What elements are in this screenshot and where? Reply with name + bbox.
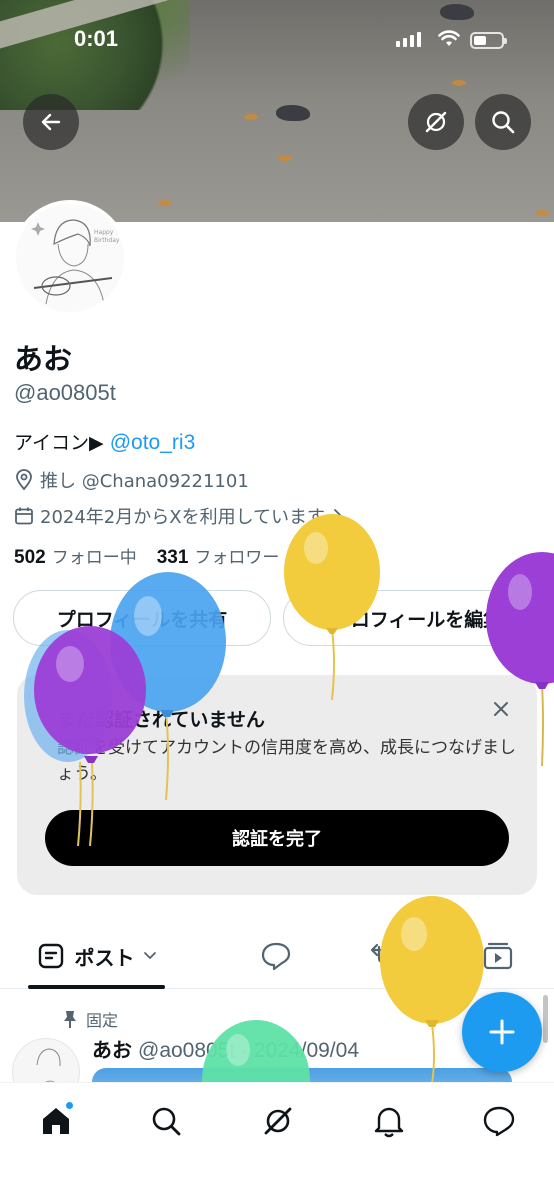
banner-pigeon xyxy=(440,4,474,20)
svg-text:Happy: Happy xyxy=(94,229,114,236)
profile-location: 推し @Chana09221101 xyxy=(14,467,249,493)
signal-icon xyxy=(396,32,421,47)
banner-leaf xyxy=(535,210,549,216)
pinned-indicator: 固定 xyxy=(62,1007,118,1031)
location-pin-icon xyxy=(16,469,32,491)
bio-text: アイコン▶ xyxy=(14,432,104,454)
location-text: 推し @Chana09221101 xyxy=(40,471,249,492)
tab-replies[interactable] xyxy=(250,925,302,987)
following-count: 502 xyxy=(14,547,46,568)
posts-tab-icon xyxy=(38,943,63,969)
close-icon xyxy=(494,702,508,716)
profile-handle: @ao0805t xyxy=(14,380,116,405)
profile-joined[interactable]: 2024年2月からXを利用しています xyxy=(14,503,345,529)
profile-bio: アイコン▶ @oto_ri3 xyxy=(14,428,195,455)
grok-slash-icon xyxy=(425,111,447,133)
following-label: フォロー中 xyxy=(51,548,137,568)
arrow-left-icon xyxy=(41,113,61,131)
nav-home[interactable] xyxy=(36,1101,76,1141)
search-icon xyxy=(492,111,515,134)
video-icon xyxy=(483,942,513,970)
tab-posts-label: ポスト xyxy=(74,945,135,970)
nav-search[interactable] xyxy=(146,1101,186,1141)
nav-messages[interactable] xyxy=(479,1101,519,1141)
status-time: 0:01 xyxy=(74,26,119,51)
home-notification-dot xyxy=(65,1101,74,1110)
bell-icon xyxy=(374,1107,404,1138)
active-tab-indicator xyxy=(28,985,165,989)
avatar-illustration: Happy Birthday xyxy=(16,204,124,312)
share-profile-button[interactable]: プロフィールを共有 xyxy=(13,590,271,646)
verification-text: 認証を受けてアカウントの信用度を高め、成長につなげましょう。 xyxy=(57,738,516,784)
nav-grok[interactable] xyxy=(258,1101,298,1141)
banner-leaf xyxy=(158,200,172,206)
battery-icon xyxy=(470,32,507,49)
profile-tabs: ポスト xyxy=(0,925,554,989)
scrollbar[interactable] xyxy=(543,995,548,1043)
profile-avatar[interactable]: Happy Birthday xyxy=(12,200,128,316)
close-button[interactable] xyxy=(487,695,515,723)
tab-media[interactable] xyxy=(470,925,526,987)
wifi-icon xyxy=(438,30,460,46)
banner-leaf xyxy=(244,114,258,120)
pinned-label: 固定 xyxy=(86,1011,119,1030)
search-icon xyxy=(152,1107,181,1136)
complete-verification-button[interactable]: 認証を完了 xyxy=(45,810,509,866)
followers-stat[interactable]: 331 フォロワー xyxy=(157,543,280,569)
message-bubble-icon xyxy=(483,1106,515,1137)
calendar-icon xyxy=(15,507,33,525)
plus-icon xyxy=(489,1019,515,1045)
joined-text: 2024年2月からXを利用しています xyxy=(40,507,326,528)
pin-icon xyxy=(64,1011,76,1028)
display-name: あお xyxy=(14,342,73,376)
verification-title: まだ認証されていません xyxy=(57,709,265,731)
chevron-down-icon xyxy=(143,952,156,960)
banner-pigeon xyxy=(276,105,310,121)
tab-posts[interactable]: ポスト xyxy=(28,925,165,987)
post-author-name[interactable]: あお xyxy=(92,1038,132,1062)
grok-slash-icon xyxy=(264,1107,292,1135)
bottom-navigation xyxy=(0,1082,554,1200)
post-author-handle-date: @ao0805t · 2024/09/04 xyxy=(138,1039,359,1062)
back-button[interactable] xyxy=(23,94,79,150)
follow-stats: 502 フォロー中 331 フォロワー xyxy=(14,543,279,569)
chevron-right-icon xyxy=(334,509,343,523)
search-button[interactable] xyxy=(475,94,531,150)
post-header: あお @ao0805t · 2024/09/04 xyxy=(92,1034,359,1063)
compose-post-button[interactable] xyxy=(462,992,542,1072)
tab-reposts[interactable] xyxy=(360,925,412,987)
repost-icon xyxy=(370,943,402,969)
bio-mention-link[interactable]: @oto_ri3 xyxy=(110,431,196,454)
banner-leaf xyxy=(452,80,466,86)
verification-card: まだ認証されていません 認証を受けてアカウントの信用度を高め、成長につなげましょ… xyxy=(17,675,537,895)
followers-count: 331 xyxy=(156,547,189,568)
grok-button[interactable] xyxy=(408,94,464,150)
banner-leaf xyxy=(278,155,292,161)
edit-profile-button[interactable]: プロフィールを編集 xyxy=(283,590,551,646)
following-stat[interactable]: 502 フォロー中 xyxy=(14,543,137,569)
reply-bubble-icon xyxy=(261,942,291,971)
status-bar: 0:01 xyxy=(0,26,554,58)
nav-notifications[interactable] xyxy=(369,1101,409,1141)
followers-label: フォロワー xyxy=(194,548,280,568)
svg-text:Birthday: Birthday xyxy=(94,237,120,244)
